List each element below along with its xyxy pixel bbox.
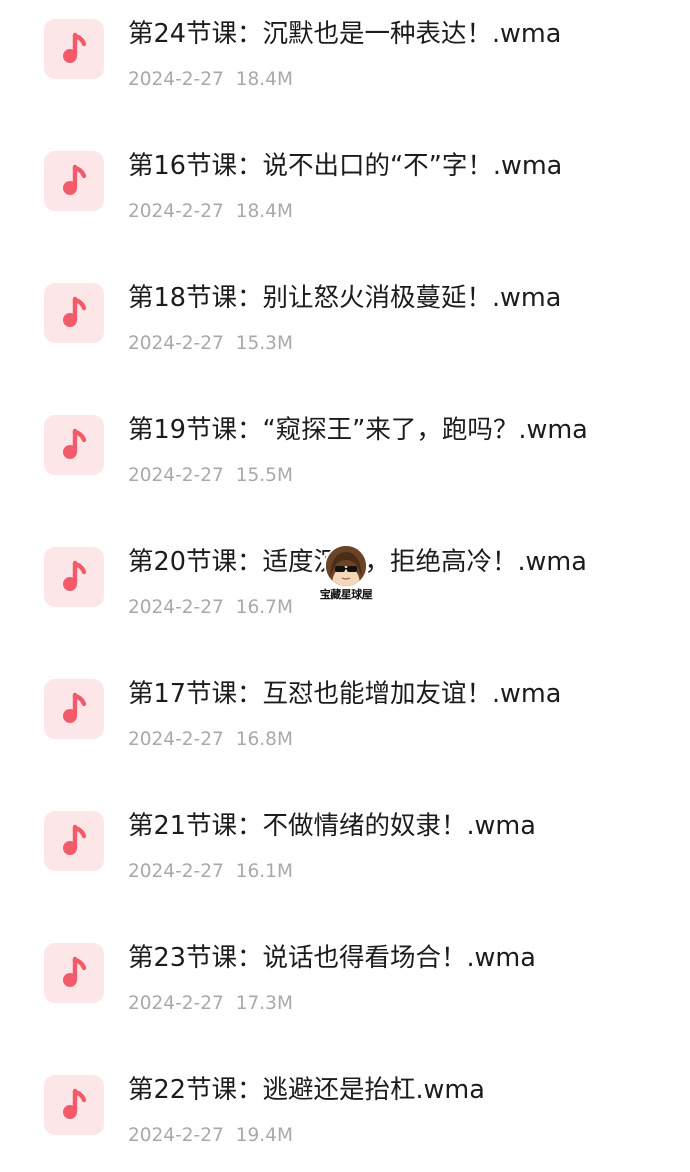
file-size: 16.1M [235, 861, 293, 882]
file-name: 第19节课：“窥探王”来了，跑吗？.wma [128, 415, 588, 445]
file-name: 第16节课：说不出口的“不”字！.wma [128, 151, 563, 181]
file-size: 18.4M [235, 69, 293, 90]
file-name: 第18节课：别让怒火消极蔓延！.wma [128, 283, 562, 313]
file-size: 16.7M [235, 597, 293, 618]
file-size: 16.8M [235, 729, 293, 750]
watermark: 宝藏星球屋 [308, 542, 384, 612]
file-row[interactable]: 第24节课：沉默也是一种表达！.wma 2024-2-27 18.4M [0, 6, 690, 116]
file-row[interactable]: 第17节课：互怼也能增加友谊！.wma 2024-2-27 16.8M [0, 666, 690, 776]
file-row[interactable]: 第18节课：别让怒火消极蔓延！.wma 2024-2-27 15.3M [0, 270, 690, 380]
file-meta: 2024-2-27 15.3M [128, 333, 293, 354]
music-note-icon [44, 151, 104, 211]
music-note-icon [44, 415, 104, 475]
file-meta: 2024-2-27 19.4M [128, 1125, 293, 1146]
file-date: 2024-2-27 [128, 333, 224, 354]
file-date: 2024-2-27 [128, 729, 224, 750]
file-date: 2024-2-27 [128, 69, 224, 90]
file-meta: 2024-2-27 16.7M [128, 597, 293, 618]
music-note-icon [44, 1075, 104, 1135]
cartoon-avatar-icon [324, 544, 368, 588]
file-size: 18.4M [235, 201, 293, 222]
file-meta: 2024-2-27 16.1M [128, 861, 293, 882]
music-note-icon [44, 283, 104, 343]
file-row[interactable]: 第21节课：不做情绪的奴隶！.wma 2024-2-27 16.1M [0, 798, 690, 908]
file-meta: 2024-2-27 16.8M [128, 729, 293, 750]
file-size: 15.5M [235, 465, 293, 486]
file-date: 2024-2-27 [128, 597, 224, 618]
file-size: 17.3M [235, 993, 293, 1014]
file-date: 2024-2-27 [128, 861, 224, 882]
music-note-icon [44, 19, 104, 79]
music-note-icon [44, 679, 104, 739]
file-date: 2024-2-27 [128, 993, 224, 1014]
music-note-icon [44, 943, 104, 1003]
music-note-icon [44, 547, 104, 607]
file-meta: 2024-2-27 18.4M [128, 69, 293, 90]
file-row[interactable]: 第16节课：说不出口的“不”字！.wma 2024-2-27 18.4M [0, 138, 690, 248]
music-note-icon [44, 811, 104, 871]
file-name: 第24节课：沉默也是一种表达！.wma [128, 19, 562, 49]
file-row[interactable]: 第22节课：逃避还是抬杠.wma 2024-2-27 19.4M [0, 1062, 690, 1172]
file-meta: 2024-2-27 18.4M [128, 201, 293, 222]
file-date: 2024-2-27 [128, 465, 224, 486]
file-row[interactable]: 第19节课：“窥探王”来了，跑吗？.wma 2024-2-27 15.5M [0, 402, 690, 512]
file-size: 15.3M [235, 333, 293, 354]
file-name: 第21节课：不做情绪的奴隶！.wma [128, 811, 536, 841]
file-date: 2024-2-27 [128, 1125, 224, 1146]
watermark-text: 宝藏星球屋 [319, 588, 373, 601]
file-name: 第22节课：逃避还是抬杠.wma [128, 1075, 485, 1105]
file-date: 2024-2-27 [128, 201, 224, 222]
file-size: 19.4M [235, 1125, 293, 1146]
file-name: 第17节课：互怼也能增加友谊！.wma [128, 679, 562, 709]
file-meta: 2024-2-27 17.3M [128, 993, 293, 1014]
file-name: 第23节课：说话也得看场合！.wma [128, 943, 536, 973]
file-meta: 2024-2-27 15.5M [128, 465, 293, 486]
file-row[interactable]: 第23节课：说话也得看场合！.wma 2024-2-27 17.3M [0, 930, 690, 1040]
